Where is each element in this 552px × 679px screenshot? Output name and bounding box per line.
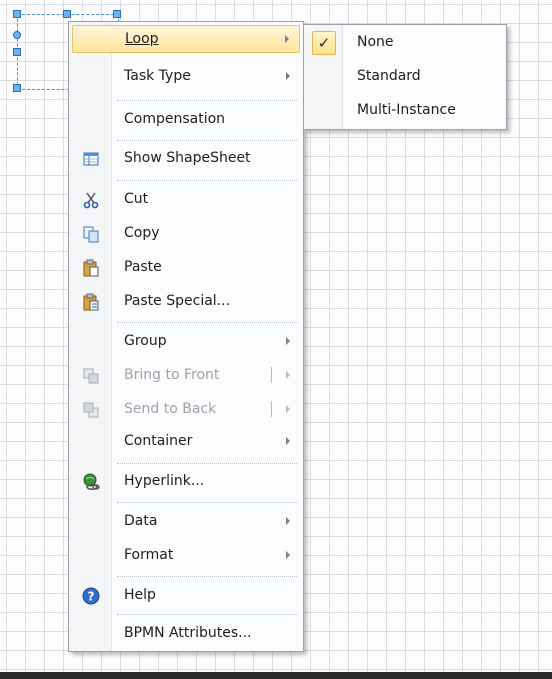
menu-item-bring-to-front[interactable]: Bring to Front [72, 362, 300, 390]
menu-item-label: Task Type [124, 68, 191, 84]
menu-item-copy[interactable]: Copy [72, 220, 300, 248]
menu-item-label: Send to Back [124, 401, 217, 417]
menu-item-label: Data [124, 513, 158, 529]
menu-separator [117, 614, 297, 615]
menu-item-data[interactable]: Data [72, 508, 300, 536]
svg-text:?: ? [88, 590, 95, 604]
menu-item-label: Loop [125, 31, 159, 47]
menu-separator [117, 322, 297, 323]
submenu-item-label: Multi-Instance [357, 102, 456, 118]
menu-item-loop[interactable]: Loop [72, 25, 300, 53]
menu-item-help[interactable]: ? Help [72, 582, 300, 610]
resize-handle-middle-left[interactable] [13, 48, 21, 56]
menu-item-cut[interactable]: Cut [72, 186, 300, 214]
submenu-arrow-icon [286, 517, 290, 525]
menu-item-label: Format [124, 547, 174, 563]
menu-separator [117, 463, 297, 464]
menu-item-hyperlink[interactable]: Hyperlink... [72, 468, 300, 496]
menu-item-label: Container [124, 433, 193, 449]
resize-handle-bottom-left[interactable] [13, 84, 21, 92]
hyperlink-icon [83, 473, 100, 490]
resize-handle-top-right[interactable] [113, 10, 121, 18]
menu-item-format[interactable]: Format [72, 542, 300, 570]
paste-icon [83, 259, 99, 277]
menu-separator [117, 502, 297, 503]
menu-item-label: Bring to Front [124, 367, 220, 383]
menu-item-label: Compensation [124, 111, 226, 127]
submenu-arrow-icon [285, 35, 289, 43]
shapesheet-icon [83, 152, 99, 166]
submenu-arrow-icon [286, 72, 290, 80]
menu-item-bpmn-attributes[interactable]: BPMN Attributes... [72, 620, 300, 648]
menu-item-label: BPMN Attributes... [124, 625, 252, 641]
resize-handle-top-left[interactable] [13, 10, 21, 18]
menu-item-compensation[interactable]: Compensation [72, 106, 300, 134]
split-divider [271, 401, 272, 417]
menu-item-label: Copy [124, 225, 160, 241]
submenu-arrow-icon [286, 437, 290, 445]
menu-item-label: Show ShapeSheet [124, 150, 251, 166]
copy-icon [83, 226, 99, 243]
menu-item-container[interactable]: Container [72, 428, 300, 456]
submenu-item-label: None [357, 34, 394, 50]
submenu-item-standard[interactable]: Standard [307, 63, 503, 91]
connection-point-left-top[interactable] [13, 31, 21, 39]
menu-item-group[interactable]: Group [72, 328, 300, 356]
menu-item-task-type[interactable]: Task Type [72, 63, 300, 91]
submenu-item-none[interactable]: ✓ None [307, 29, 503, 57]
menu-item-send-to-back[interactable]: Send to Back [72, 396, 300, 424]
menu-separator [117, 180, 297, 181]
submenu-item-multi-instance[interactable]: Multi-Instance [307, 97, 503, 125]
menu-item-label: Paste [124, 259, 162, 275]
split-divider [271, 367, 272, 383]
bring-to-front-icon [83, 368, 99, 384]
resize-handle-top-center[interactable] [63, 10, 71, 18]
submenu-arrow-icon [286, 371, 290, 379]
menu-separator [117, 576, 297, 577]
scissors-icon [83, 192, 99, 209]
context-menu: Loop Task Type Compensation Show ShapeSh… [68, 21, 304, 652]
send-to-back-icon [83, 402, 99, 418]
submenu-arrow-icon [286, 337, 290, 345]
menu-item-show-shapesheet[interactable]: Show ShapeSheet [72, 145, 300, 173]
checkmark-icon: ✓ [312, 31, 336, 55]
paste-special-icon [83, 293, 99, 311]
submenu-arrow-icon [286, 405, 290, 413]
menu-item-label: Hyperlink... [124, 473, 205, 489]
menu-item-paste-special[interactable]: Paste Special... [72, 288, 300, 316]
submenu-arrow-icon [286, 551, 290, 559]
menu-separator [117, 140, 297, 141]
menu-item-paste[interactable]: Paste [72, 254, 300, 282]
menu-item-label: Group [124, 333, 167, 349]
menu-item-label: Help [124, 587, 156, 603]
menu-item-label: Paste Special... [124, 293, 231, 309]
help-icon: ? [82, 587, 100, 605]
menu-item-label: Cut [124, 191, 149, 207]
submenu-item-label: Standard [357, 68, 421, 84]
loop-submenu: ✓ None Standard Multi-Instance [303, 24, 507, 130]
menu-separator [117, 100, 297, 101]
window-bottom-edge [0, 672, 552, 679]
